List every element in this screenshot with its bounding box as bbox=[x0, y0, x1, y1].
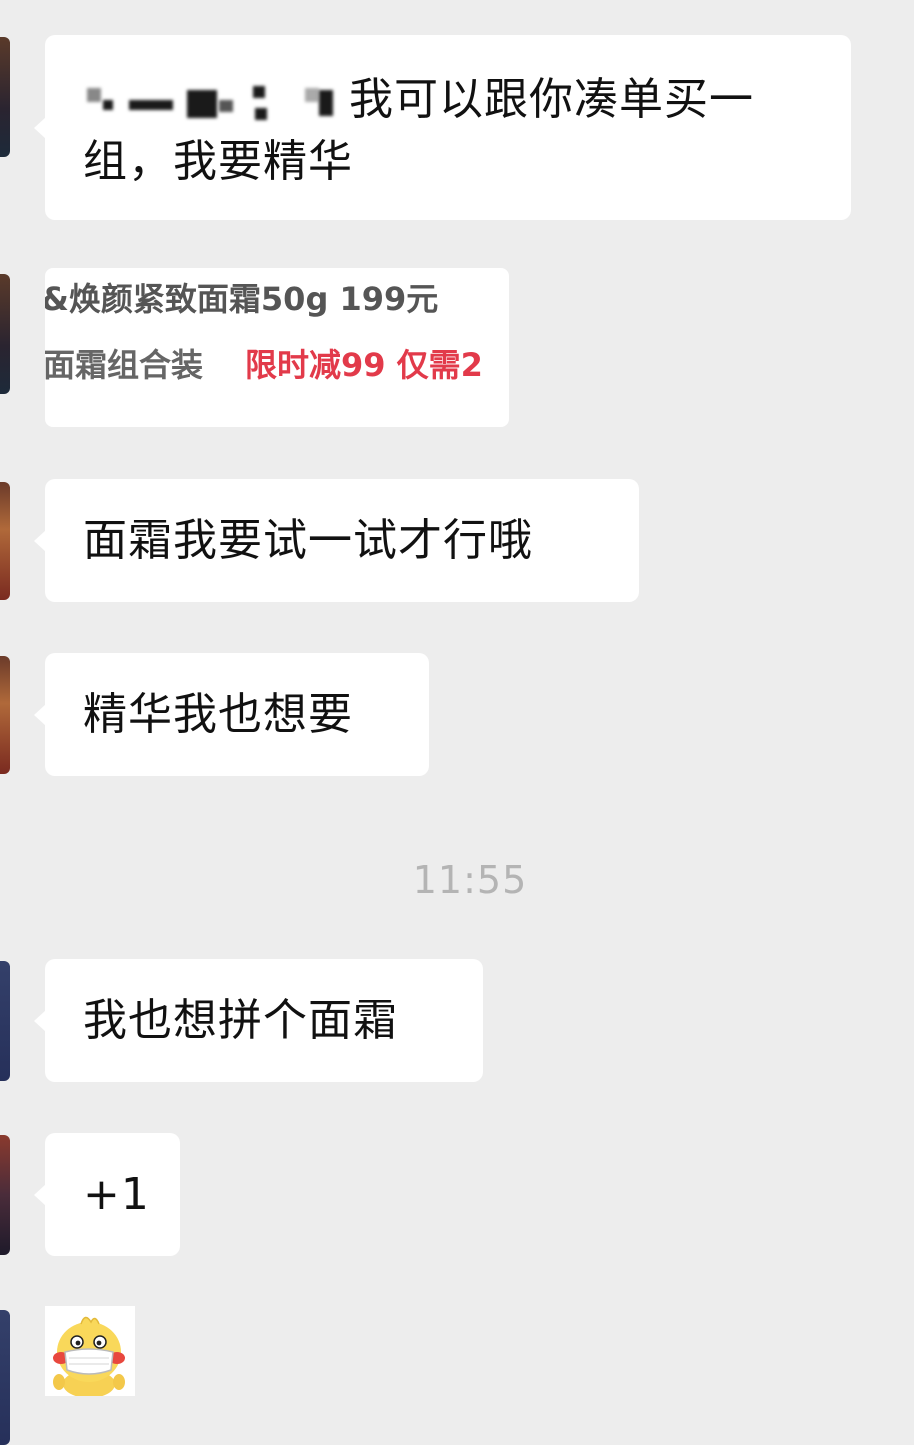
image-text: 面霜组合装 bbox=[45, 346, 204, 384]
image-text: &焕颜紧致面霜50g 199元 bbox=[45, 280, 439, 318]
message-bubble[interactable]: 面霜我要试一试才行哦 bbox=[34, 479, 639, 602]
sender-avatar[interactable] bbox=[0, 656, 10, 774]
image-promo-text: 限时减99 仅需2 bbox=[245, 346, 483, 384]
message-bubble[interactable]: +1 bbox=[34, 1133, 180, 1256]
message-bubble[interactable]: 我也想拼个面霜 bbox=[34, 959, 483, 1082]
message-text: 面霜我要试一试才行哦 bbox=[83, 514, 533, 566]
timestamp: 11:55 bbox=[412, 858, 528, 902]
message-text: 精华我也想要 bbox=[83, 688, 353, 740]
message-text: 组，我要精华 bbox=[83, 136, 353, 187]
sender-avatar[interactable] bbox=[0, 1135, 10, 1255]
sticker-message[interactable] bbox=[45, 1306, 135, 1398]
message-bubble[interactable]: 我可以跟你凑单买一 组，我要精华 bbox=[34, 35, 851, 220]
sender-avatar[interactable] bbox=[0, 1310, 10, 1445]
message-text: 我可以跟你凑单买一 bbox=[349, 74, 754, 125]
message-bubble[interactable]: 精华我也想要 bbox=[34, 653, 429, 776]
sender-avatar[interactable] bbox=[0, 274, 10, 394]
image-message[interactable]: &焕颜紧致面霜50g 199元 面霜组合装 限时减99 仅需2 bbox=[45, 268, 509, 427]
message-text: 我也想拼个面霜 bbox=[83, 994, 398, 1046]
sender-avatar[interactable] bbox=[0, 961, 10, 1081]
sender-avatar[interactable] bbox=[0, 37, 10, 157]
redacted-mention bbox=[83, 82, 345, 122]
message-text: +1 bbox=[83, 1168, 150, 1220]
sender-avatar[interactable] bbox=[0, 482, 10, 600]
duck-mask-sticker-icon bbox=[53, 1316, 125, 1398]
